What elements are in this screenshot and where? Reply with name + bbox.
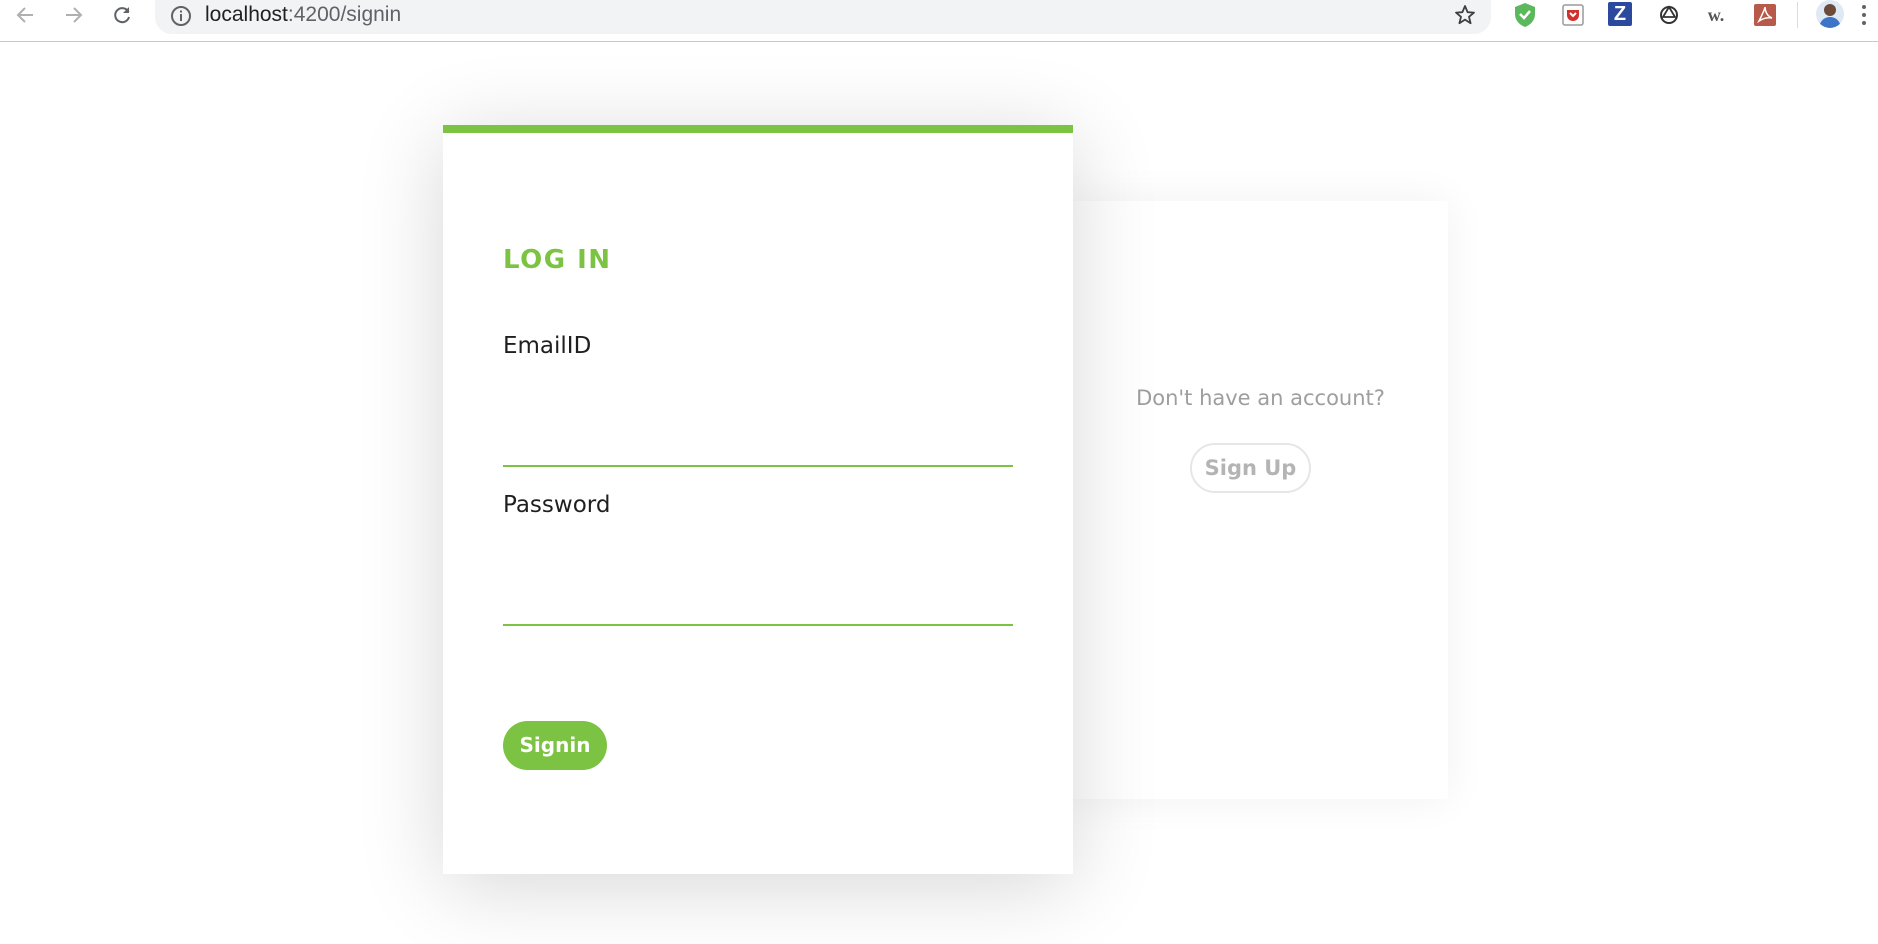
w-extension-icon[interactable]: w. — [1703, 2, 1729, 28]
site-info-icon[interactable] — [169, 4, 193, 32]
login-card: LOG IN EmailID Password Signin — [443, 125, 1073, 874]
signup-prompt: Don't have an account? — [1136, 386, 1385, 410]
bookmark-star-icon[interactable] — [1453, 3, 1477, 31]
reload-icon[interactable] — [106, 0, 138, 30]
url-host: localhost — [205, 3, 288, 26]
signup-panel: Don't have an account? Sign Up — [1073, 201, 1448, 799]
login-title: LOG IN — [503, 245, 612, 275]
password-field[interactable] — [503, 580, 1013, 626]
email-label: EmailID — [503, 333, 592, 359]
forward-arrow-icon[interactable] — [58, 0, 90, 30]
signin-button[interactable]: Signin — [503, 721, 607, 770]
address-bar[interactable]: localhost:4200/signin — [155, 0, 1491, 34]
zotero-extension-icon[interactable]: Z — [1608, 2, 1632, 26]
browser-toolbar: localhost:4200/signin Z w. — [0, 0, 1878, 42]
profile-avatar[interactable] — [1816, 0, 1844, 28]
browser-menu-icon[interactable] — [1862, 4, 1866, 26]
openai-extension-icon[interactable] — [1656, 2, 1682, 28]
toolbar-divider — [1797, 2, 1798, 28]
password-label: Password — [503, 492, 611, 518]
url-path: :4200/signin — [287, 3, 402, 26]
acrobat-extension-icon[interactable] — [1752, 2, 1778, 28]
back-arrow-icon[interactable] — [9, 0, 41, 30]
url-text[interactable]: localhost:4200/signin — [205, 4, 401, 26]
email-field[interactable] — [503, 421, 1013, 467]
signup-button[interactable]: Sign Up — [1190, 443, 1311, 493]
shield-extension-icon[interactable] — [1512, 2, 1538, 28]
pocket-extension-icon[interactable] — [1560, 2, 1586, 28]
